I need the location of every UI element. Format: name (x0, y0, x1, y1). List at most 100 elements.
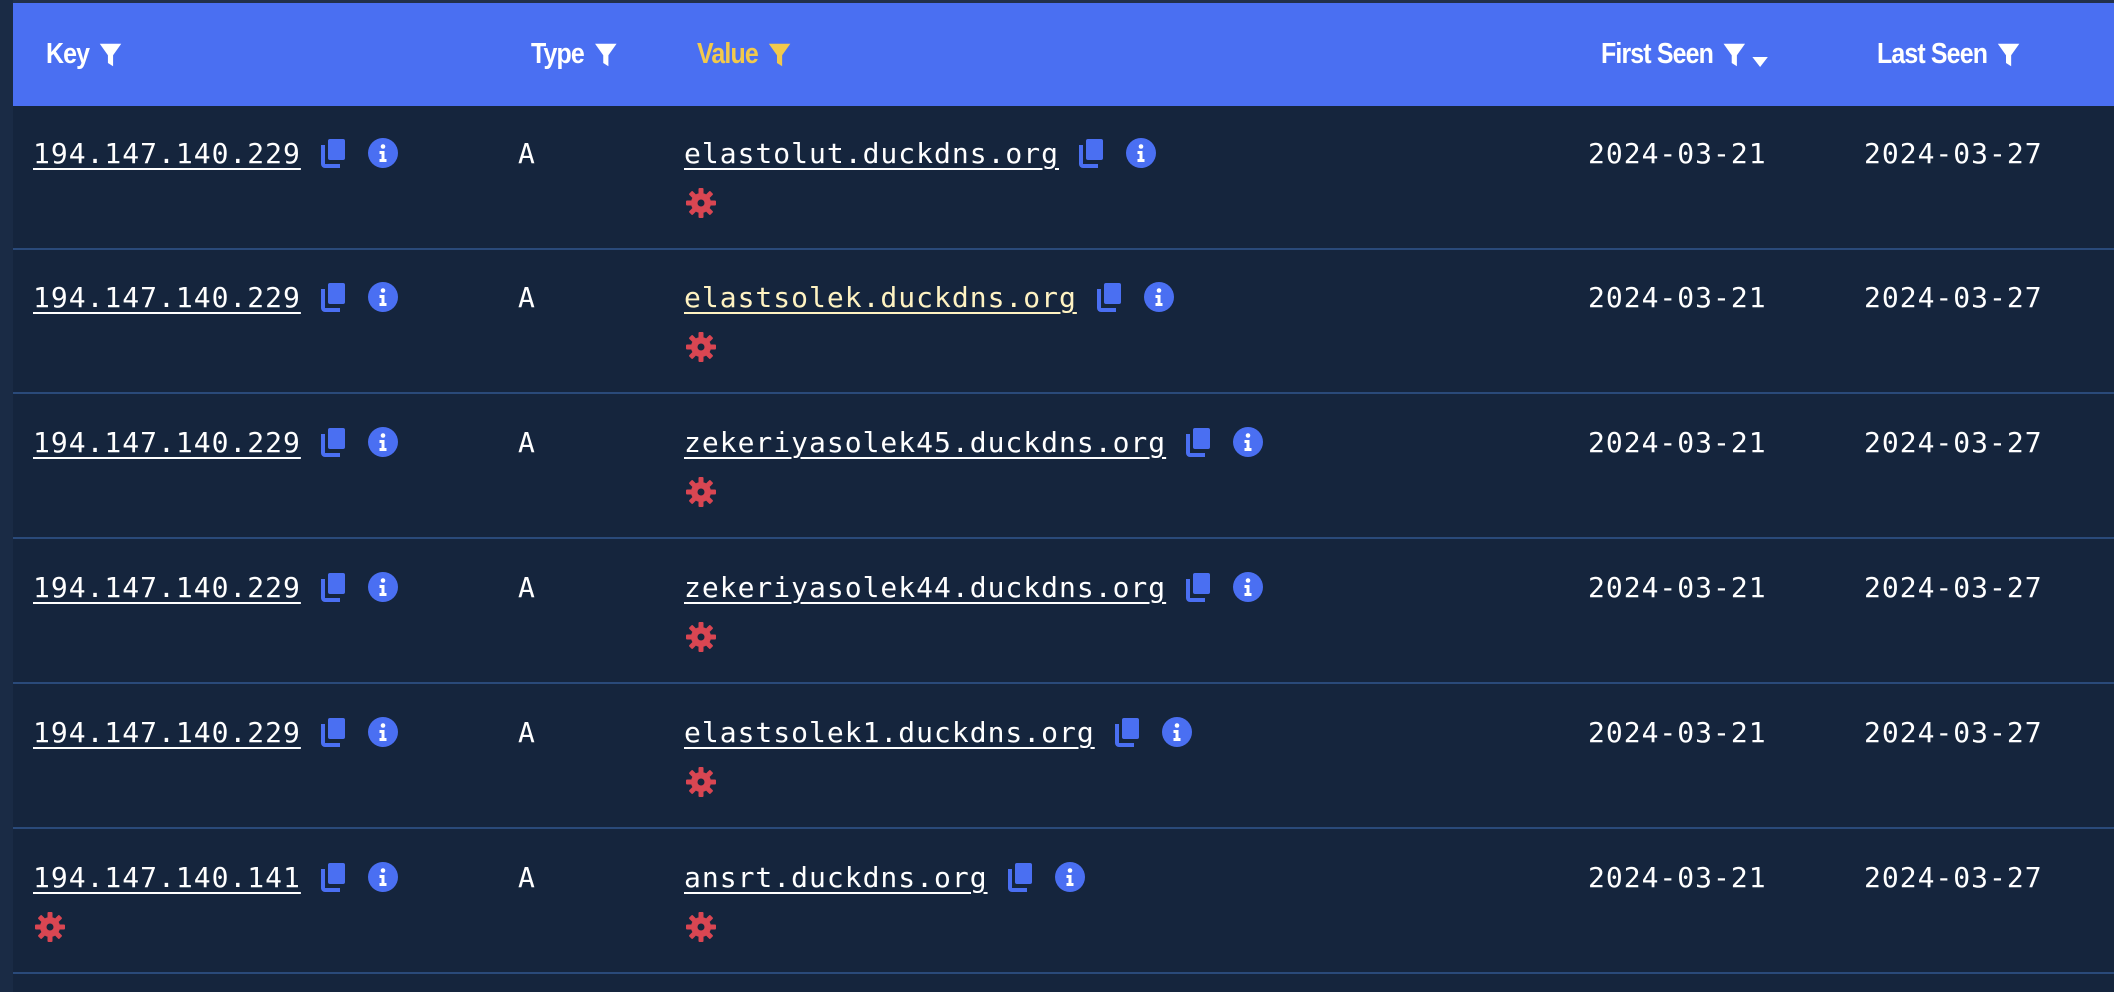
cell-content: 194.147.140.229 (33, 130, 399, 176)
column-header-label: First Seen (1601, 38, 1714, 70)
column-header-label: Value (697, 38, 759, 70)
filter-icon[interactable] (591, 40, 620, 70)
left-border (0, 0, 13, 992)
column-header-key[interactable]: Key (46, 3, 125, 106)
info-icon[interactable] (1125, 137, 1157, 169)
column-header-value[interactable]: Value (697, 3, 794, 106)
record-type: A (518, 280, 536, 314)
key-link[interactable]: 194.147.140.229 (33, 281, 301, 314)
first-seen-date: 2024-03-21 (1588, 425, 1767, 459)
table-row: 194.147.140.141 Aansrt.duckdns.org 2024-03… (13, 830, 2114, 974)
column-header-last-seen[interactable]: Last Seen (1877, 3, 2023, 106)
column-header-label: Type (531, 38, 585, 70)
cell-content: zekeriyasolek45.duckdns.org (684, 419, 1264, 465)
value-link[interactable]: elastsolek1.duckdns.org (684, 716, 1095, 749)
malware-gear-icon (686, 188, 716, 218)
cell-content: elastolut.duckdns.org (684, 130, 1157, 176)
copy-icon[interactable] (1184, 426, 1214, 458)
key-link[interactable]: 194.147.140.229 (33, 716, 301, 749)
filter-icon[interactable] (1720, 40, 1749, 70)
value-link[interactable]: elastsolek.duckdns.org (684, 281, 1077, 314)
info-icon[interactable] (367, 716, 399, 748)
cell-content: zekeriyasolek44.duckdns.org (684, 564, 1264, 610)
first-seen-date: 2024-03-21 (1588, 715, 1767, 749)
copy-icon[interactable] (319, 716, 349, 748)
info-icon[interactable] (367, 426, 399, 458)
cell-content: A (518, 419, 536, 465)
info-icon[interactable] (367, 281, 399, 313)
info-icon[interactable] (1054, 861, 1086, 893)
column-header-first-seen[interactable]: First Seen (1601, 3, 1770, 106)
info-icon[interactable] (367, 571, 399, 603)
last-seen-date: 2024-03-27 (1864, 860, 2043, 894)
table-row: 194.147.140.229 Aelastsolek1.duckdns.org 2… (13, 685, 2114, 829)
info-icon[interactable] (1143, 281, 1175, 313)
filter-icon[interactable] (1994, 40, 2023, 70)
cell-content: 2024-03-21 (1588, 564, 1767, 610)
cell-content: 2024-03-21 (1588, 419, 1767, 465)
last-seen-date: 2024-03-27 (1864, 280, 2043, 314)
cell-content: 2024-03-21 (1588, 130, 1767, 176)
first-seen-date: 2024-03-21 (1588, 136, 1767, 170)
cell-content: 2024-03-27 (1864, 564, 2043, 610)
cell-content: 194.147.140.141 (33, 854, 399, 900)
record-type: A (518, 715, 536, 749)
cell-content: A (518, 564, 536, 610)
copy-icon[interactable] (319, 426, 349, 458)
info-icon[interactable] (1161, 716, 1193, 748)
copy-icon[interactable] (1077, 137, 1107, 169)
cell-content: 2024-03-27 (1864, 854, 2043, 900)
column-header-label: Key (46, 38, 90, 70)
cell-content: 194.147.140.229 (33, 274, 399, 320)
first-seen-date: 2024-03-21 (1588, 860, 1767, 894)
copy-icon[interactable] (319, 571, 349, 603)
key-link[interactable]: 194.147.140.229 (33, 571, 301, 604)
cell-content: 2024-03-21 (1588, 274, 1767, 320)
sort-descending-icon[interactable] (1751, 55, 1770, 69)
cell-content: A (518, 709, 536, 755)
record-type: A (518, 136, 536, 170)
value-link[interactable]: elastolut.duckdns.org (684, 137, 1059, 170)
table-header: Key Type Value First Seen Last Seen (13, 3, 2114, 106)
cell-content: 194.147.140.229 (33, 419, 399, 465)
column-header-type[interactable]: Type (531, 3, 620, 106)
malware-gear-icon (686, 912, 716, 942)
key-link[interactable]: 194.147.140.141 (33, 861, 301, 894)
copy-icon[interactable] (319, 137, 349, 169)
value-link[interactable]: zekeriyasolek45.duckdns.org (684, 426, 1166, 459)
info-icon[interactable] (367, 137, 399, 169)
info-icon[interactable] (1232, 426, 1264, 458)
column-header-label: Last Seen (1877, 38, 1988, 70)
record-type: A (518, 570, 536, 604)
copy-icon[interactable] (1113, 716, 1143, 748)
cell-content: 2024-03-27 (1864, 709, 2043, 755)
copy-icon[interactable] (1006, 861, 1036, 893)
table-row: 194.147.140.229 Azekeriyasolek45.duckdns.… (13, 395, 2114, 539)
filter-icon[interactable] (765, 40, 794, 70)
copy-icon[interactable] (1095, 281, 1125, 313)
cell-content: 2024-03-27 (1864, 274, 2043, 320)
copy-icon[interactable] (1184, 571, 1214, 603)
cell-content: 2024-03-27 (1864, 419, 2043, 465)
info-icon[interactable] (1232, 571, 1264, 603)
cell-content: 2024-03-27 (1864, 130, 2043, 176)
malware-gear-icon (686, 767, 716, 797)
malware-gear-icon (35, 912, 65, 942)
key-link[interactable]: 194.147.140.229 (33, 137, 301, 170)
last-seen-date: 2024-03-27 (1864, 715, 2043, 749)
record-type: A (518, 860, 536, 894)
first-seen-date: 2024-03-21 (1588, 280, 1767, 314)
table-row: 194.147.140.229 Aelastolut.duckdns.org 202… (13, 106, 2114, 250)
copy-icon[interactable] (319, 861, 349, 893)
cell-content: 2024-03-21 (1588, 709, 1767, 755)
info-icon[interactable] (367, 861, 399, 893)
filter-icon[interactable] (96, 40, 125, 70)
results-table: Key Type Value First Seen Last Seen 194.… (0, 0, 2114, 992)
value-link[interactable]: ansrt.duckdns.org (684, 861, 988, 894)
table-row: 194.147.140.229 Azekeriyasolek44.duckdns.… (13, 540, 2114, 684)
copy-icon[interactable] (319, 281, 349, 313)
malware-gear-icon (686, 332, 716, 362)
key-link[interactable]: 194.147.140.229 (33, 426, 301, 459)
value-link[interactable]: zekeriyasolek44.duckdns.org (684, 571, 1166, 604)
cell-content: A (518, 274, 536, 320)
